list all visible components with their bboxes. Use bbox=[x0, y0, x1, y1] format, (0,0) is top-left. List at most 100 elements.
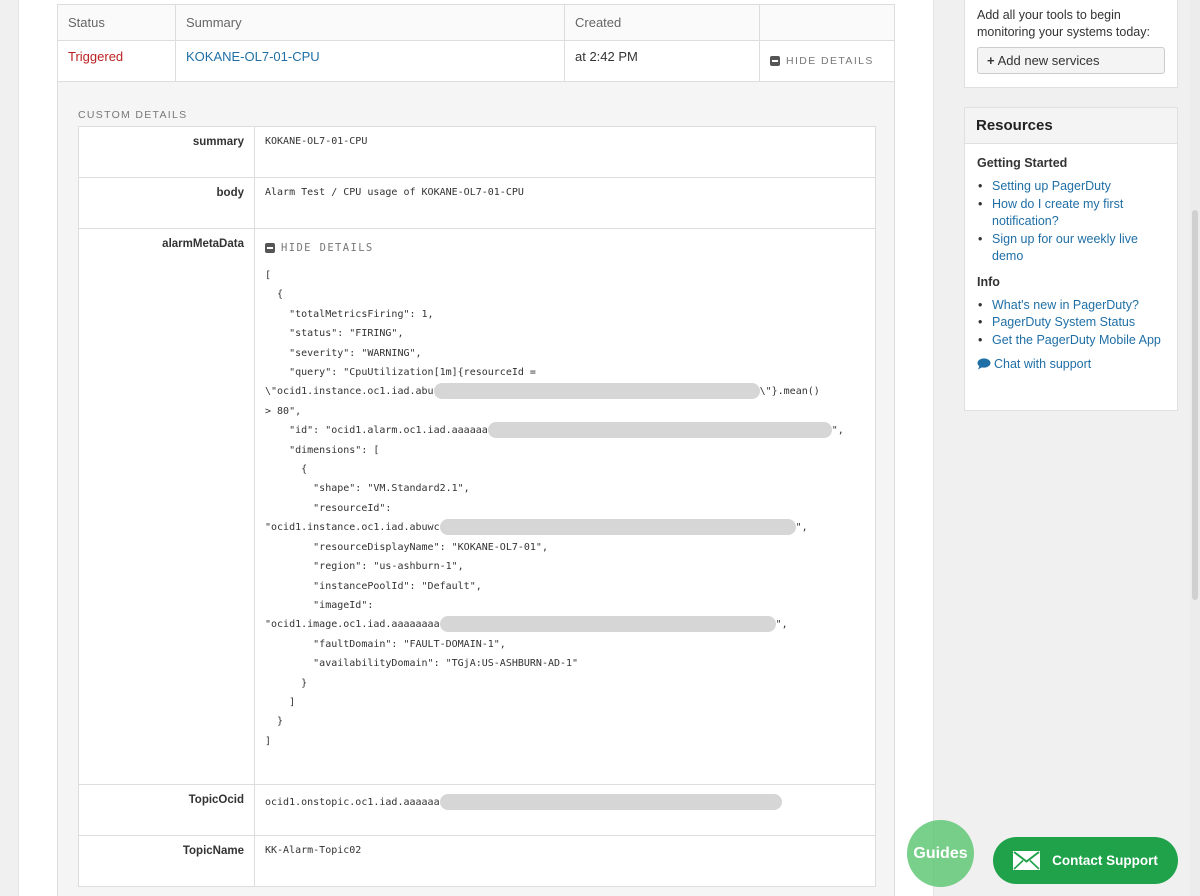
json-line: \"ocid1.instance.oc1.iad.abu bbox=[265, 386, 434, 398]
hide-details-label: HIDE DETAILS bbox=[281, 242, 374, 254]
detail-value: ocid1.onstopic.oc1.iad.aaaaaa bbox=[254, 784, 876, 836]
detail-row-topic-ocid: TopicOcid ocid1.onstopic.oc1.iad.aaaaaa bbox=[78, 784, 876, 836]
list-item: Setting up PagerDuty bbox=[977, 178, 1165, 196]
getting-started-list: Setting up PagerDuty How do I create my … bbox=[977, 178, 1165, 266]
list-item: How do I create my first notification? bbox=[977, 196, 1165, 231]
json-line: [ bbox=[265, 270, 272, 281]
json-line: "instancePoolId": "Default", bbox=[265, 580, 482, 592]
getting-started-heading: Getting Started bbox=[977, 156, 1068, 170]
weekly-demo-link[interactable]: Sign up for our weekly live demo bbox=[992, 232, 1138, 264]
status-badge: Triggered bbox=[68, 49, 124, 65]
detail-row-body: body Alarm Test / CPU usage of KOKANE-OL… bbox=[78, 177, 876, 229]
json-line: > 80", bbox=[265, 405, 302, 417]
json-line: "faultDomain": "FAULT-DOMAIN-1", bbox=[265, 638, 506, 650]
detail-key: TopicOcid bbox=[78, 784, 255, 836]
json-line: "availabilityDomain": "TGjA:US-ASHBURN-A… bbox=[265, 658, 579, 670]
detail-row-alarm-metadata: alarmMetaData HIDE DETAILS [ { "totalMet… bbox=[78, 228, 876, 785]
json-line: "imageId": bbox=[265, 599, 374, 611]
json-line: ", bbox=[795, 522, 808, 534]
json-line: "totalMetricsFiring": 1, bbox=[265, 308, 434, 320]
chat-with-support-link[interactable]: Chat with support bbox=[977, 357, 1165, 371]
header-created[interactable]: Created bbox=[564, 3, 760, 42]
json-line: "resourceId": bbox=[265, 502, 392, 514]
resources-body: Getting Started Setting up PagerDuty How… bbox=[965, 144, 1177, 379]
info-list: What's new in PagerDuty? PagerDuty Syste… bbox=[977, 297, 1165, 350]
list-item: PagerDuty System Status bbox=[977, 314, 1165, 332]
json-line: ", bbox=[831, 425, 844, 437]
detail-key: TopicName bbox=[78, 835, 255, 887]
json-line: \"}.mean() bbox=[759, 386, 820, 398]
redaction bbox=[439, 794, 782, 810]
envelope-icon bbox=[1013, 851, 1041, 870]
hide-details-button[interactable]: HIDE DETAILS bbox=[770, 55, 874, 67]
json-line: { bbox=[265, 289, 284, 301]
header-summary[interactable]: Summary bbox=[175, 3, 565, 42]
add-new-services-button[interactable]: + Add new services bbox=[977, 47, 1165, 74]
json-line: "query": "CpuUtilization[1m]{resourceId … bbox=[265, 367, 536, 379]
contact-support-label: Contact Support bbox=[1052, 853, 1158, 868]
json-line: ", bbox=[775, 619, 788, 631]
json-line: ] bbox=[265, 735, 272, 747]
json-line: "status": "FIRING", bbox=[265, 328, 404, 340]
setting-up-pagerduty-link[interactable]: Setting up PagerDuty bbox=[992, 179, 1111, 193]
incident-row: Triggered KOKANE-OL7-01-CPU at 2:42 PM H… bbox=[57, 40, 895, 82]
guides-button[interactable]: Guides bbox=[907, 820, 974, 887]
incident-created-cell: at 2:42 PM bbox=[564, 40, 760, 82]
incident-status-cell: Triggered bbox=[57, 40, 176, 82]
plus-icon: + bbox=[987, 53, 995, 68]
add-tools-panel: Add all your tools to begin monitoring y… bbox=[964, 0, 1178, 88]
hide-details-label: HIDE DETAILS bbox=[786, 55, 874, 68]
scrollbar-thumb[interactable] bbox=[1192, 210, 1198, 600]
redaction bbox=[487, 422, 832, 439]
json-line: "ocid1.image.oc1.iad.aaaaaaaa bbox=[265, 619, 440, 631]
incident-table: Status Summary Created Triggered KOKANE-… bbox=[57, 3, 895, 82]
redaction bbox=[439, 616, 776, 633]
list-item: Sign up for our weekly live demo bbox=[977, 231, 1165, 266]
chat-bubble-icon bbox=[977, 358, 991, 370]
header-status[interactable]: Status bbox=[57, 3, 176, 42]
detail-row-topic-name: TopicName KK-Alarm-Topic02 bbox=[78, 835, 876, 887]
topic-ocid-value: ocid1.onstopic.oc1.iad.aaaaaa bbox=[265, 797, 440, 808]
detail-key: summary bbox=[78, 126, 255, 178]
resources-title: Resources bbox=[965, 108, 1177, 144]
collapse-icon bbox=[265, 243, 275, 253]
guides-label: Guides bbox=[913, 844, 968, 862]
header-actions bbox=[759, 3, 895, 42]
json-line: { bbox=[265, 464, 308, 476]
list-item: Get the PagerDuty Mobile App bbox=[977, 332, 1165, 350]
add-tools-text: Add all your tools to begin monitoring y… bbox=[977, 8, 1150, 39]
detail-row-summary: summary KOKANE-OL7-01-CPU bbox=[78, 126, 876, 178]
json-line: "dimensions": [ bbox=[265, 444, 380, 456]
detail-value: Alarm Test / CPU usage of KOKANE-OL7-01-… bbox=[254, 177, 876, 229]
detail-value: HIDE DETAILS [ { "totalMetricsFiring": 1… bbox=[254, 228, 876, 785]
json-line: "id": "ocid1.alarm.oc1.iad.aaaaaa bbox=[265, 425, 488, 437]
json-line: "shape": "VM.Standard2.1", bbox=[265, 483, 470, 495]
alarm-hide-details-button[interactable]: HIDE DETAILS bbox=[265, 242, 374, 254]
create-notification-link[interactable]: How do I create my first notification? bbox=[992, 197, 1123, 229]
detail-value: KOKANE-OL7-01-CPU bbox=[254, 126, 876, 178]
detail-key: alarmMetaData bbox=[78, 228, 255, 785]
whats-new-link[interactable]: What's new in PagerDuty? bbox=[992, 298, 1139, 312]
redaction bbox=[433, 383, 760, 400]
system-status-link[interactable]: PagerDuty System Status bbox=[992, 315, 1135, 329]
json-line: "severity": "WARNING", bbox=[265, 347, 422, 359]
detail-value: KK-Alarm-Topic02 bbox=[254, 835, 876, 887]
json-line: } bbox=[265, 716, 284, 728]
custom-details-panel: CUSTOM DETAILS summary KOKANE-OL7-01-CPU… bbox=[57, 82, 895, 896]
redaction bbox=[439, 519, 796, 536]
json-line: "region": "us-ashburn-1", bbox=[265, 561, 464, 573]
json-line: "ocid1.instance.oc1.iad.abuwc bbox=[265, 522, 440, 534]
incident-summary-link[interactable]: KOKANE-OL7-01-CPU bbox=[186, 49, 320, 64]
json-line: ] bbox=[265, 696, 296, 708]
incident-table-header: Status Summary Created bbox=[57, 3, 895, 42]
chat-with-support-label: Chat with support bbox=[994, 357, 1092, 371]
alarm-json-block: [ { "totalMetricsFiring": 1, "status": "… bbox=[265, 266, 865, 751]
add-new-services-label: Add new services bbox=[997, 53, 1100, 68]
contact-support-button[interactable]: Contact Support bbox=[993, 837, 1178, 884]
incident-summary-cell: KOKANE-OL7-01-CPU bbox=[175, 40, 565, 82]
json-line: } bbox=[265, 677, 308, 689]
custom-details-heading: CUSTOM DETAILS bbox=[78, 109, 188, 121]
json-line: "resourceDisplayName": "KOKANE-OL7-01", bbox=[265, 541, 548, 553]
mobile-app-link[interactable]: Get the PagerDuty Mobile App bbox=[992, 333, 1161, 347]
incident-actions-cell: HIDE DETAILS bbox=[759, 40, 895, 82]
